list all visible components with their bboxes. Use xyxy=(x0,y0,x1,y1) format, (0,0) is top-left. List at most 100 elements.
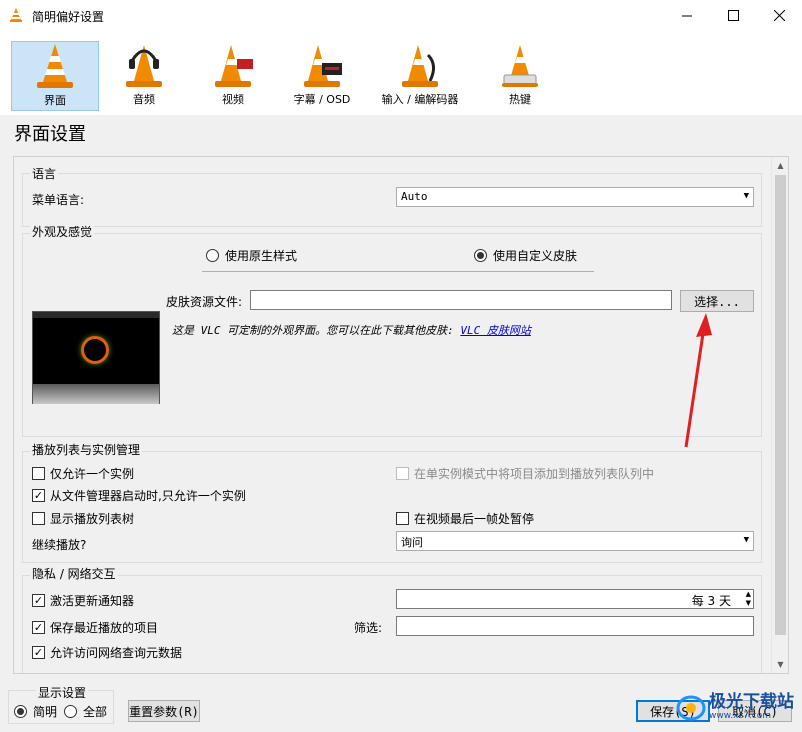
maximize-icon xyxy=(727,10,739,21)
pause-last-frame-checkbox[interactable]: 在视频最后一帧处暂停 xyxy=(396,510,534,527)
watermark-logo-icon xyxy=(676,695,706,721)
language-group-title: 语言 xyxy=(30,165,59,182)
filter-input[interactable] xyxy=(396,616,754,636)
title-bar: 简明偏好设置 xyxy=(0,0,802,31)
minimize-button[interactable] xyxy=(664,0,710,31)
skin-file-label: 皮肤资源文件: xyxy=(166,295,243,309)
allow-one-instance-checkbox[interactable]: 仅允许一个实例 xyxy=(32,465,134,482)
playlist-group-title: 播放列表与实例管理 xyxy=(30,441,143,458)
category-input-codecs[interactable]: 输入 / 编解码器 xyxy=(367,41,473,111)
native-style-label: 使用原生样式 xyxy=(225,249,298,263)
chevron-down-icon: ▼ xyxy=(743,535,749,545)
update-interval-spinbox[interactable]: 每 3 天 ▲ ▼ xyxy=(396,589,754,609)
show-settings-title: 显示设置 xyxy=(36,684,89,701)
vertical-scrollbar[interactable]: ▲ ▼ xyxy=(771,157,788,673)
menu-language-select[interactable]: Auto ▼ xyxy=(396,187,754,207)
all-mode-label: 全部 xyxy=(83,705,108,719)
subtitle-cone-icon xyxy=(304,45,342,87)
checkbox-label: 仅允许一个实例 xyxy=(50,467,135,481)
native-style-radio[interactable]: 使用原生样式 xyxy=(206,247,297,264)
cable-cone-icon xyxy=(402,45,438,87)
headphones-cone-icon xyxy=(126,45,162,87)
category-label: 热键 xyxy=(509,93,531,106)
category-video[interactable]: 视频 xyxy=(189,41,277,111)
chevron-down-icon: ▼ xyxy=(743,191,749,201)
check-icon: ✓ xyxy=(32,489,45,502)
custom-skin-radio[interactable]: 使用自定义皮肤 xyxy=(474,247,577,264)
scroll-down-icon[interactable]: ▼ xyxy=(772,656,788,673)
update-interval-value: 每 3 天 xyxy=(691,594,731,608)
continue-playback-value: 询问 xyxy=(401,536,423,549)
continue-playback-select[interactable]: 询问 ▼ xyxy=(396,531,754,551)
film-cone-icon xyxy=(215,45,253,87)
check-icon: ✓ xyxy=(32,621,45,634)
checkbox-box xyxy=(32,467,45,480)
red-arrow-annotation xyxy=(684,313,712,448)
radio-circle xyxy=(474,249,487,262)
maximize-button[interactable] xyxy=(710,0,756,31)
skin-preview-image xyxy=(32,311,160,404)
menu-language-label: 菜单语言: xyxy=(32,193,85,207)
divider xyxy=(202,271,594,272)
one-instance-file-manager-checkbox[interactable]: ✓ 从文件管理器启动时,只允许一个实例 xyxy=(32,487,246,504)
checkbox-label: 从文件管理器启动时,只允许一个实例 xyxy=(50,489,246,503)
checkbox-label: 激活更新通知器 xyxy=(50,594,135,608)
watermark-text: 极光下载站 xyxy=(709,692,794,713)
simple-mode-radio[interactable]: 简明 xyxy=(14,703,57,720)
skins-website-link[interactable]: VLC 皮肤网站 xyxy=(460,324,531,337)
vlc-app-icon xyxy=(10,8,22,22)
category-label: 字幕 / OSD xyxy=(293,93,351,106)
custom-skin-label: 使用自定义皮肤 xyxy=(493,249,578,263)
category-label: 音频 xyxy=(133,93,155,106)
check-icon: ✓ xyxy=(32,594,45,607)
checkbox-box xyxy=(32,512,45,525)
look-feel-group-title: 外观及感觉 xyxy=(30,223,95,240)
privacy-group-title: 隐私 / 网络交互 xyxy=(30,565,118,582)
allow-metadata-checkbox[interactable]: ✓ 允许访问网络查询元数据 xyxy=(32,644,182,661)
category-toolbar: 界面 音频 视频 字幕 / OSD 输入 / 编解码器 热键 xyxy=(0,31,802,115)
save-recent-checkbox[interactable]: ✓ 保存最近播放的项目 xyxy=(32,619,158,636)
all-mode-radio[interactable]: 全部 xyxy=(64,703,107,720)
spin-arrows-icon[interactable]: ▲ ▼ xyxy=(746,590,751,608)
category-hotkeys[interactable]: 热键 xyxy=(476,41,564,111)
update-notifier-checkbox[interactable]: ✓ 激活更新通知器 xyxy=(32,592,134,609)
minimize-icon xyxy=(681,15,692,17)
checkbox-label: 保存最近播放的项目 xyxy=(50,621,159,635)
simple-mode-label: 简明 xyxy=(33,705,58,719)
settings-panel: 语言 菜单语言: Auto ▼ 外观及感觉 使用原生样式 使用自定义皮肤 皮肤资… xyxy=(13,156,789,674)
checkbox-label: 允许访问网络查询元数据 xyxy=(50,646,183,660)
vlc-cone-icon xyxy=(37,44,73,88)
watermark-url: www.xz7.com xyxy=(709,711,771,722)
scroll-thumb[interactable] xyxy=(775,175,786,635)
skin-note-text: 这是 VLC 可定制的外观界面。您可以在此下载其他皮肤: xyxy=(172,324,454,337)
filter-label: 筛选: xyxy=(354,621,383,635)
checkbox-label: 在单实例模式中将项目添加到播放列表队列中 xyxy=(414,467,655,481)
category-subtitles-osd[interactable]: 字幕 / OSD xyxy=(278,41,366,111)
close-icon xyxy=(773,10,785,21)
page-title: 界面设置 xyxy=(14,124,86,145)
show-playlist-tree-checkbox[interactable]: 显示播放列表树 xyxy=(32,510,134,527)
watermark: 极光下载站 www.xz7.com xyxy=(676,693,794,722)
category-label: 视频 xyxy=(222,93,244,106)
category-audio[interactable]: 音频 xyxy=(100,41,188,111)
radio-circle xyxy=(206,249,219,262)
window-title: 简明偏好设置 xyxy=(32,10,105,24)
checkbox-label: 显示播放列表树 xyxy=(50,512,135,526)
radio-circle xyxy=(14,705,27,718)
checkbox-box xyxy=(396,467,409,480)
skin-note: 这是 VLC 可定制的外观界面。您可以在此下载其他皮肤: VLC 皮肤网站 xyxy=(172,322,531,338)
reset-preferences-button[interactable]: 重置参数(R) xyxy=(128,700,200,722)
radio-circle xyxy=(64,705,77,718)
menu-language-value: Auto xyxy=(401,190,428,203)
scroll-up-icon[interactable]: ▲ xyxy=(772,157,788,174)
checkbox-box xyxy=(396,512,409,525)
enqueue-one-instance-checkbox[interactable]: 在单实例模式中将项目添加到播放列表队列中 xyxy=(396,465,654,482)
skin-file-input[interactable] xyxy=(250,290,672,310)
category-interface[interactable]: 界面 xyxy=(11,41,99,111)
category-label: 输入 / 编解码器 xyxy=(381,93,459,106)
category-label: 界面 xyxy=(44,94,66,107)
close-button[interactable] xyxy=(756,0,802,31)
keyboard-cone-icon xyxy=(502,45,538,87)
check-icon: ✓ xyxy=(32,646,45,659)
checkbox-label: 在视频最后一帧处暂停 xyxy=(414,512,535,526)
